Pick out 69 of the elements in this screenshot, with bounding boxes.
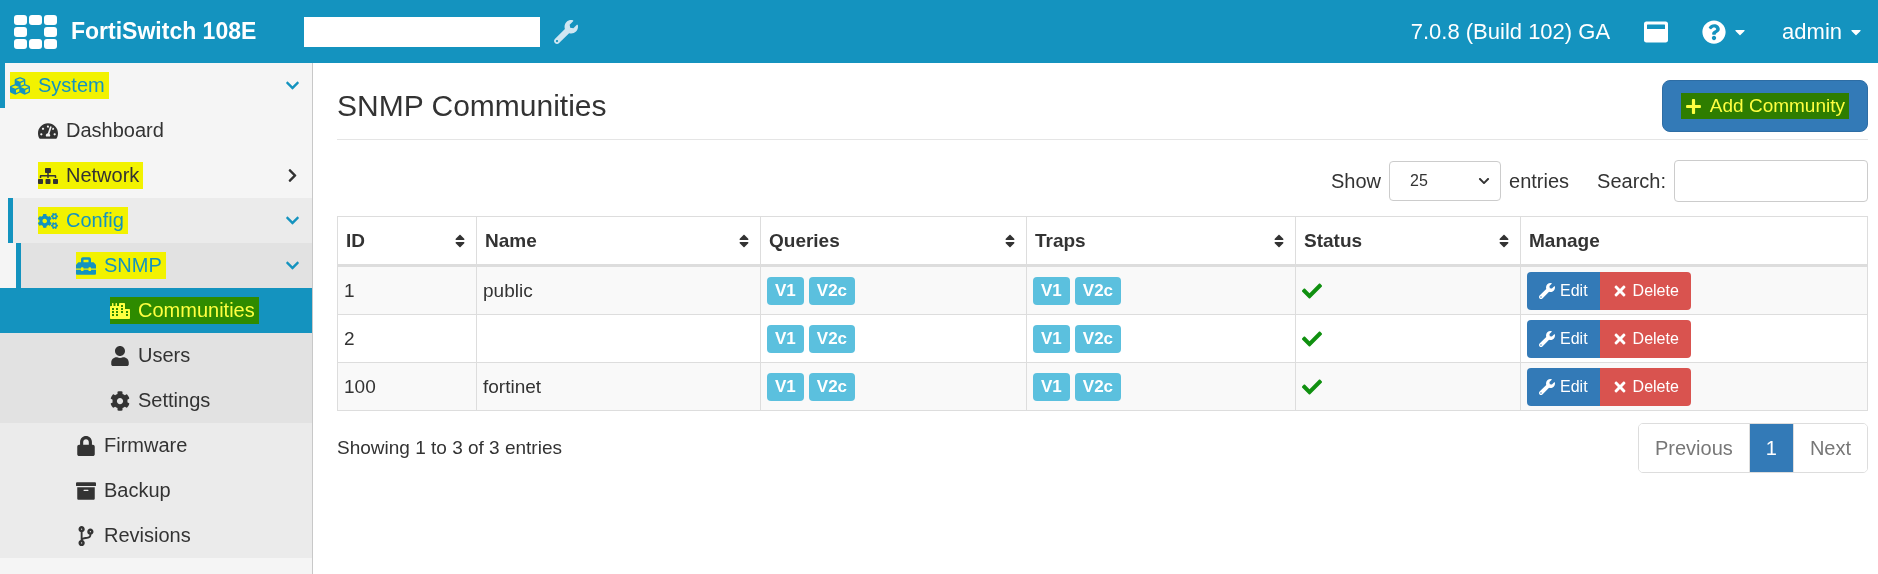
table-cell: fortinet [476,362,760,410]
highlight-mark: SNMP [76,252,166,279]
sidebar-item[interactable]: Users [0,333,312,378]
window-icon[interactable] [1644,19,1669,44]
version-badge: V2c [1074,372,1122,401]
delete-button[interactable]: Delete [1599,271,1691,310]
edit-button[interactable]: Edit [1527,319,1600,358]
entries-label: entries [1509,169,1570,193]
edit-button[interactable]: Edit [1527,367,1600,406]
version-badge: V1 [1033,324,1070,353]
version-badge: V2c [808,372,856,401]
archive-icon [76,480,96,501]
toolbox-icon [76,255,96,276]
settings-icon [110,390,130,411]
show-label: Show [1331,169,1382,193]
version-badge: V1 [767,276,804,305]
table-cell: public [476,267,760,314]
user-menu[interactable]: admin [1782,18,1842,45]
gears-icon [38,210,58,231]
sidebar-item[interactable]: SNMP [16,243,312,288]
wrench-icon [1539,378,1555,395]
version-badge: V1 [1033,372,1070,401]
sidebar-item[interactable]: Communities [0,288,312,333]
highlight-mark: Network [38,162,144,189]
version-badge: V2c [1074,324,1122,353]
sidebar-item[interactable]: Config [8,198,312,243]
sidebar-item[interactable]: Revisions [0,513,312,558]
logo-icon [14,14,57,49]
page-title: SNMP Communities [337,89,607,123]
wrench-icon [1539,282,1555,299]
chevron-down-icon [1478,175,1491,187]
page-size-select[interactable]: 25 [1389,161,1502,201]
version-badge: V1 [767,324,804,353]
search-field[interactable] [1674,160,1868,202]
help-icon[interactable] [1702,19,1727,44]
product-name: FortiSwitch 108E [71,18,257,45]
delete-button[interactable]: Delete [1599,319,1691,358]
cubes-icon [10,75,30,96]
highlight-mark: Add Community [1680,93,1849,119]
branch-icon [76,525,96,546]
wrench-icon [1539,330,1555,347]
buildings-icon [110,300,130,321]
network-icon [38,165,58,186]
highlight-mark: Communities [110,297,259,324]
version-badge: V1 [767,372,804,401]
search-label: Search: [1597,169,1666,193]
dashboard-icon [38,120,58,141]
delete-button[interactable]: Delete [1599,367,1691,406]
version-badge: V1 [1033,276,1070,305]
pagination-button[interactable]: 1 [1748,424,1793,472]
version-badge: V2c [1074,276,1122,305]
entries-info: Showing 1 to 3 of 3 entries [337,437,562,459]
sidebar-item[interactable]: Backup [0,468,312,513]
plus-icon [1684,97,1702,115]
version-text: 7.0.8 (Build 102) GA [1410,18,1611,45]
table-cell: 1 [338,267,476,314]
wrench-icon[interactable] [554,19,579,44]
user-icon [110,345,130,366]
lock-icon [76,435,96,456]
highlight-mark: System [10,72,109,99]
edit-button[interactable]: Edit [1527,271,1600,310]
sidebar-item[interactable]: Firmware [0,423,312,468]
sidebar-item[interactable]: Settings [0,378,312,423]
table-cell: 100 [338,362,476,410]
version-badge: V2c [808,276,856,305]
pagination-button[interactable]: Next [1792,424,1867,472]
highlight-mark: Config [38,207,128,234]
add-community-button[interactable]: Add Community [1661,80,1868,132]
version-badge: V2c [808,324,856,353]
